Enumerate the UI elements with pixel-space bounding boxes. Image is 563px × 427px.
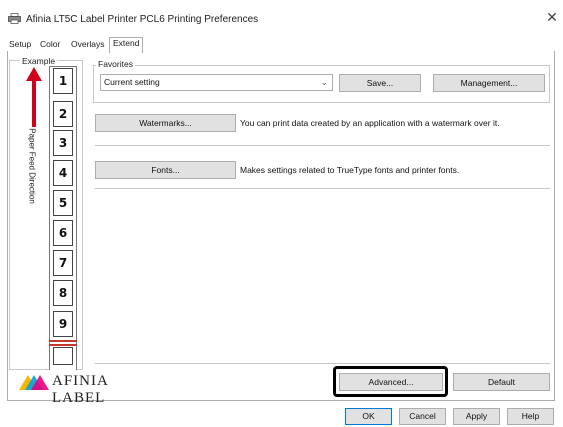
label-cell: 8 bbox=[53, 280, 73, 306]
favorites-select[interactable]: Current setting ⌄ bbox=[100, 74, 333, 91]
label-gap-line bbox=[49, 344, 77, 346]
ok-button[interactable]: OK bbox=[345, 408, 392, 425]
afinia-logo-icon bbox=[19, 375, 49, 390]
favorites-selected-value: Current setting bbox=[104, 77, 160, 87]
separator bbox=[95, 145, 550, 146]
favorites-label: Favorites bbox=[96, 59, 135, 69]
afinia-logo-text: AFINIA LABEL bbox=[52, 373, 109, 406]
extend-panel bbox=[7, 51, 555, 401]
example-label: Example bbox=[20, 56, 58, 66]
close-icon[interactable]: ✕ bbox=[545, 10, 559, 24]
label-cell: 2 bbox=[53, 101, 73, 127]
label-cell: 7 bbox=[53, 250, 73, 276]
title-bar: Afinia LT5C Label Printer PCL6 Printing … bbox=[0, 0, 563, 30]
management-button[interactable]: Management... bbox=[433, 74, 545, 92]
label-cell: 4 bbox=[53, 160, 73, 186]
chevron-down-icon: ⌄ bbox=[320, 77, 328, 87]
default-button[interactable]: Default bbox=[453, 373, 550, 391]
paper-feed-direction-label: Paper Feed Direction bbox=[27, 128, 37, 204]
label-strip-preview: 1 2 3 4 5 6 7 8 9 bbox=[49, 66, 77, 370]
label-gap-line bbox=[49, 340, 77, 342]
watermarks-description: You can print data created by an applica… bbox=[240, 118, 500, 128]
label-cell: 3 bbox=[53, 130, 73, 156]
fonts-button[interactable]: Fonts... bbox=[95, 161, 236, 179]
cancel-button[interactable]: Cancel bbox=[399, 408, 446, 425]
help-button[interactable]: Help bbox=[507, 408, 554, 425]
label-cell-empty bbox=[53, 347, 73, 365]
paper-feed-arrow-icon bbox=[26, 67, 42, 127]
apply-button[interactable]: Apply bbox=[453, 408, 500, 425]
separator bbox=[95, 363, 550, 364]
separator bbox=[95, 188, 550, 189]
window-title: Afinia LT5C Label Printer PCL6 Printing … bbox=[26, 14, 259, 25]
label-cell: 6 bbox=[53, 220, 73, 246]
advanced-highlight-box bbox=[333, 366, 448, 397]
label-cell: 9 bbox=[53, 311, 73, 337]
tab-extend[interactable]: Extend bbox=[109, 37, 144, 53]
fonts-description: Makes settings related to TrueType fonts… bbox=[240, 165, 460, 175]
afinia-logo: AFINIA LABEL bbox=[19, 372, 149, 406]
watermarks-button[interactable]: Watermarks... bbox=[95, 114, 236, 132]
printer-icon bbox=[8, 13, 21, 24]
save-button[interactable]: Save... bbox=[339, 74, 421, 92]
label-cell: 1 bbox=[53, 68, 73, 94]
label-cell: 5 bbox=[53, 190, 73, 216]
